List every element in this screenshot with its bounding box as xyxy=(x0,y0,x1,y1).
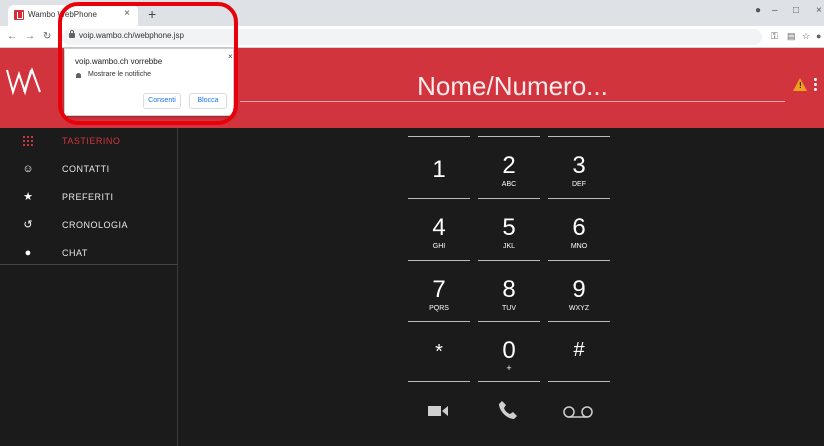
key-divider xyxy=(408,381,470,382)
bookmark-star-icon[interactable]: ☆ xyxy=(802,31,810,42)
forward-arrow-icon[interactable]: → xyxy=(25,31,35,42)
key-divider xyxy=(408,136,470,137)
key-divider xyxy=(478,260,540,261)
key-letters: ABC xyxy=(501,181,517,188)
warning-icon[interactable]: ! xyxy=(793,78,807,91)
key-divider xyxy=(478,136,540,137)
key-digit: 4 xyxy=(432,214,446,241)
key-letters: JKL xyxy=(502,243,516,250)
chat-icon: ● xyxy=(24,247,32,259)
key-divider xyxy=(548,136,610,137)
sidebar-item-cronologia[interactable]: ↺ CRONOLOGIA xyxy=(0,212,178,240)
key-divider xyxy=(478,381,540,382)
key-digit: 2 xyxy=(502,152,516,179)
video-call-icon[interactable] xyxy=(428,404,450,418)
number-search xyxy=(240,72,785,102)
key-1[interactable]: 1 xyxy=(408,136,470,198)
key-divider xyxy=(478,321,540,322)
key-letters: DEF xyxy=(572,181,586,188)
key-divider xyxy=(548,381,610,382)
key-letters: TUV xyxy=(502,305,516,312)
key-5[interactable]: 5 JKL xyxy=(478,198,540,260)
sidebar-item-label: CRONOLOGIA xyxy=(62,220,129,230)
key-star[interactable]: * xyxy=(408,321,470,383)
key-divider xyxy=(408,198,470,199)
sidebar-item-tastierino[interactable]: TASTIERINO xyxy=(0,128,178,156)
contact-icon: ☺ xyxy=(22,163,34,175)
key-digit: # xyxy=(573,339,585,361)
key-3[interactable]: 3 DEF xyxy=(548,136,610,198)
key-0[interactable]: 0 + xyxy=(478,321,540,383)
key-letters: WXYZ xyxy=(568,305,590,312)
sidebar-item-chat[interactable]: ● CHAT xyxy=(0,240,178,268)
history-icon: ↺ xyxy=(23,219,33,231)
sidebar-item-label: PREFERITI xyxy=(62,192,114,202)
key-divider xyxy=(408,260,470,261)
more-menu-icon[interactable] xyxy=(814,78,817,93)
key-digit: 8 xyxy=(502,276,516,303)
back-arrow-icon[interactable]: ← xyxy=(7,31,17,42)
sidebar: TASTIERINO ☺ CONTATTI ★ PREFERITI ↺ CRON… xyxy=(0,128,178,446)
key-icon[interactable]: ⚿ xyxy=(771,31,778,42)
key-divider xyxy=(478,198,540,199)
key-8[interactable]: 8 TUV xyxy=(478,260,540,322)
key-digit: 3 xyxy=(572,152,586,179)
key-letters: MNO xyxy=(570,243,588,250)
warning-mark: ! xyxy=(799,81,802,90)
sidebar-item-label: TASTIERINO xyxy=(62,136,121,146)
profile-icon[interactable]: ● xyxy=(755,5,761,16)
key-6[interactable]: 6 MNO xyxy=(548,198,610,260)
account-icon[interactable]: ● xyxy=(816,31,821,41)
close-window-button[interactable]: × xyxy=(816,5,822,16)
key-divider xyxy=(408,321,470,322)
key-digit: 6 xyxy=(572,214,586,241)
dialpad: 1 2 ABC 3 DEF 4 GHI 5 JKL 6 MNO 7 PQRS 8… xyxy=(178,128,824,446)
key-digit: 0 xyxy=(502,337,516,364)
sidebar-item-contatti[interactable]: ☺ CONTATTI xyxy=(0,156,178,184)
key-divider xyxy=(548,198,610,199)
restore-button[interactable]: □ xyxy=(793,5,799,16)
minimize-button[interactable]: – xyxy=(772,5,778,16)
key-digit: 7 xyxy=(432,276,446,303)
key-letters: GHI xyxy=(432,243,446,250)
key-hash[interactable]: # xyxy=(548,321,610,383)
key-divider xyxy=(548,321,610,322)
key-digit: * xyxy=(435,341,443,363)
key-digit: 9 xyxy=(572,276,586,303)
keypad-icon xyxy=(23,136,33,146)
search-input[interactable] xyxy=(240,72,785,101)
highlight-annotation xyxy=(58,2,238,125)
wambo-favicon-icon xyxy=(14,10,24,20)
translate-icon[interactable]: ▤ xyxy=(787,31,796,42)
key-7[interactable]: 7 PQRS xyxy=(408,260,470,322)
key-2[interactable]: 2 ABC xyxy=(478,136,540,198)
sidebar-item-label: CHAT xyxy=(62,248,88,258)
sidebar-menu: TASTIERINO ☺ CONTATTI ★ PREFERITI ↺ CRON… xyxy=(0,128,178,265)
reload-icon[interactable]: ↻ xyxy=(43,31,51,42)
key-digit: 5 xyxy=(502,214,516,241)
voicemail-icon[interactable] xyxy=(563,406,593,418)
key-divider xyxy=(548,260,610,261)
key-digit: 1 xyxy=(432,156,446,183)
sidebar-item-label: CONTATTI xyxy=(62,164,110,174)
wambo-logo-icon xyxy=(6,67,41,96)
key-4[interactable]: 4 GHI xyxy=(408,198,470,260)
key-letters: + xyxy=(506,363,512,373)
key-9[interactable]: 9 WXYZ xyxy=(548,260,610,322)
star-icon: ★ xyxy=(23,191,33,203)
phone-call-icon[interactable] xyxy=(498,400,518,420)
sidebar-item-preferiti[interactable]: ★ PREFERITI xyxy=(0,184,178,212)
key-letters: PQRS xyxy=(429,305,449,312)
